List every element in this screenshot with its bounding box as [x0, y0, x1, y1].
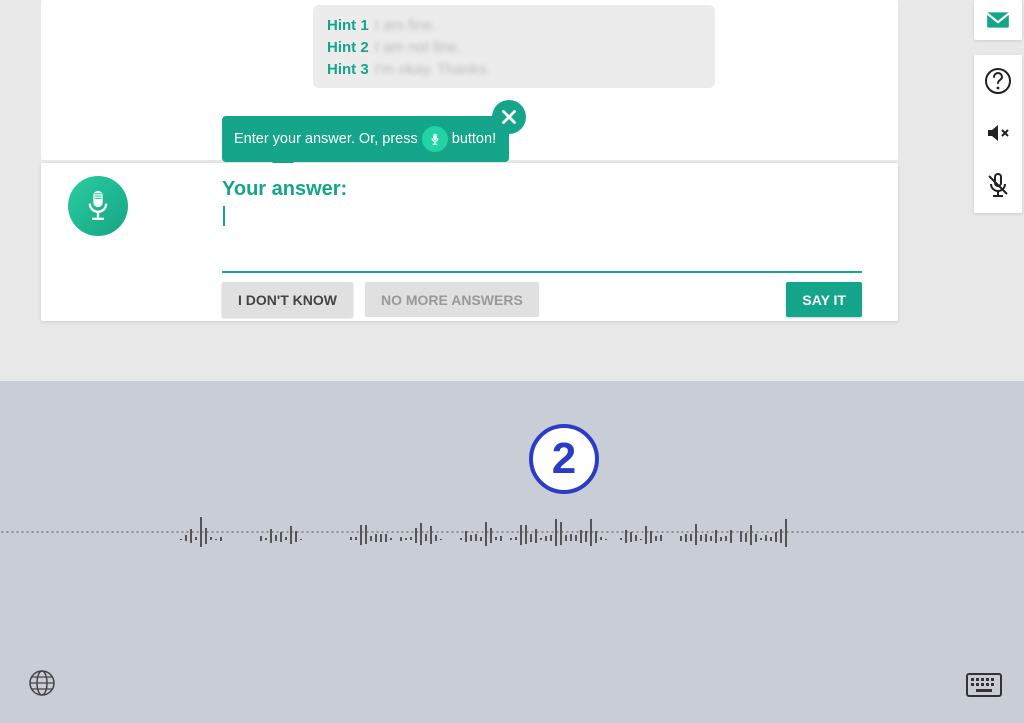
microphone-icon — [84, 189, 112, 223]
hint-row: Hint 3 I'm okay. Thanks. — [327, 59, 701, 81]
step-number-badge: 2 — [529, 424, 599, 494]
keyboard-button[interactable] — [966, 673, 1002, 701]
main-top-area: Hint 1 I am fine. Hint 2 I am not fine. … — [0, 0, 1024, 381]
email-icon — [985, 7, 1011, 33]
right-rail — [974, 0, 1024, 213]
say-it-button[interactable]: SAY IT — [786, 282, 862, 317]
hint-text-3: I'm okay. Thanks. — [375, 59, 491, 81]
mute-button[interactable] — [984, 119, 1012, 147]
waveform-bars — [0, 532, 1024, 547]
microphone-icon — [422, 126, 448, 152]
mic-off-button[interactable] — [984, 171, 1012, 199]
hint-text-2: I am not fine. — [375, 37, 462, 59]
close-icon — [498, 106, 520, 128]
answer-input[interactable] — [222, 206, 862, 273]
hint-row: Hint 2 I am not fine. — [327, 37, 701, 59]
speaker-muted-icon — [984, 119, 1012, 147]
hint-label-3: Hint 3 — [327, 59, 369, 81]
right-rail-stack — [974, 55, 1022, 213]
step-number: 2 — [552, 434, 576, 484]
hint-row: Hint 1 I am fine. — [327, 15, 701, 37]
button-row: I DON'T KNOW NO MORE ANSWERS SAY IT — [222, 282, 862, 317]
microphone-off-icon — [984, 171, 1012, 199]
help-icon — [984, 67, 1012, 95]
hint-label-2: Hint 2 — [327, 37, 369, 59]
enter-answer-tooltip: Enter your answer. Or, press button! — [222, 116, 509, 162]
i-dont-know-button[interactable]: I DON'T KNOW — [222, 282, 353, 317]
hint-label-1: Hint 1 — [327, 15, 369, 37]
globe-icon — [28, 669, 56, 697]
no-more-answers-button[interactable]: NO MORE ANSWERS — [365, 282, 539, 317]
microphone-avatar[interactable] — [68, 176, 128, 236]
keyboard-icon — [966, 673, 1002, 697]
hints-box: Hint 1 I am fine. Hint 2 I am not fine. … — [313, 5, 715, 88]
tooltip-text-pre: Enter your answer. Or, press — [234, 131, 418, 147]
your-answer-label: Your answer: — [222, 178, 347, 201]
email-button[interactable] — [974, 0, 1022, 40]
help-button[interactable] — [984, 67, 1012, 95]
tooltip-text-post: button! — [452, 131, 496, 147]
hint-text-1: I am fine. — [375, 15, 437, 37]
tooltip-close-button[interactable] — [492, 100, 526, 134]
recording-panel — [0, 381, 1024, 723]
language-button[interactable] — [28, 669, 56, 697]
